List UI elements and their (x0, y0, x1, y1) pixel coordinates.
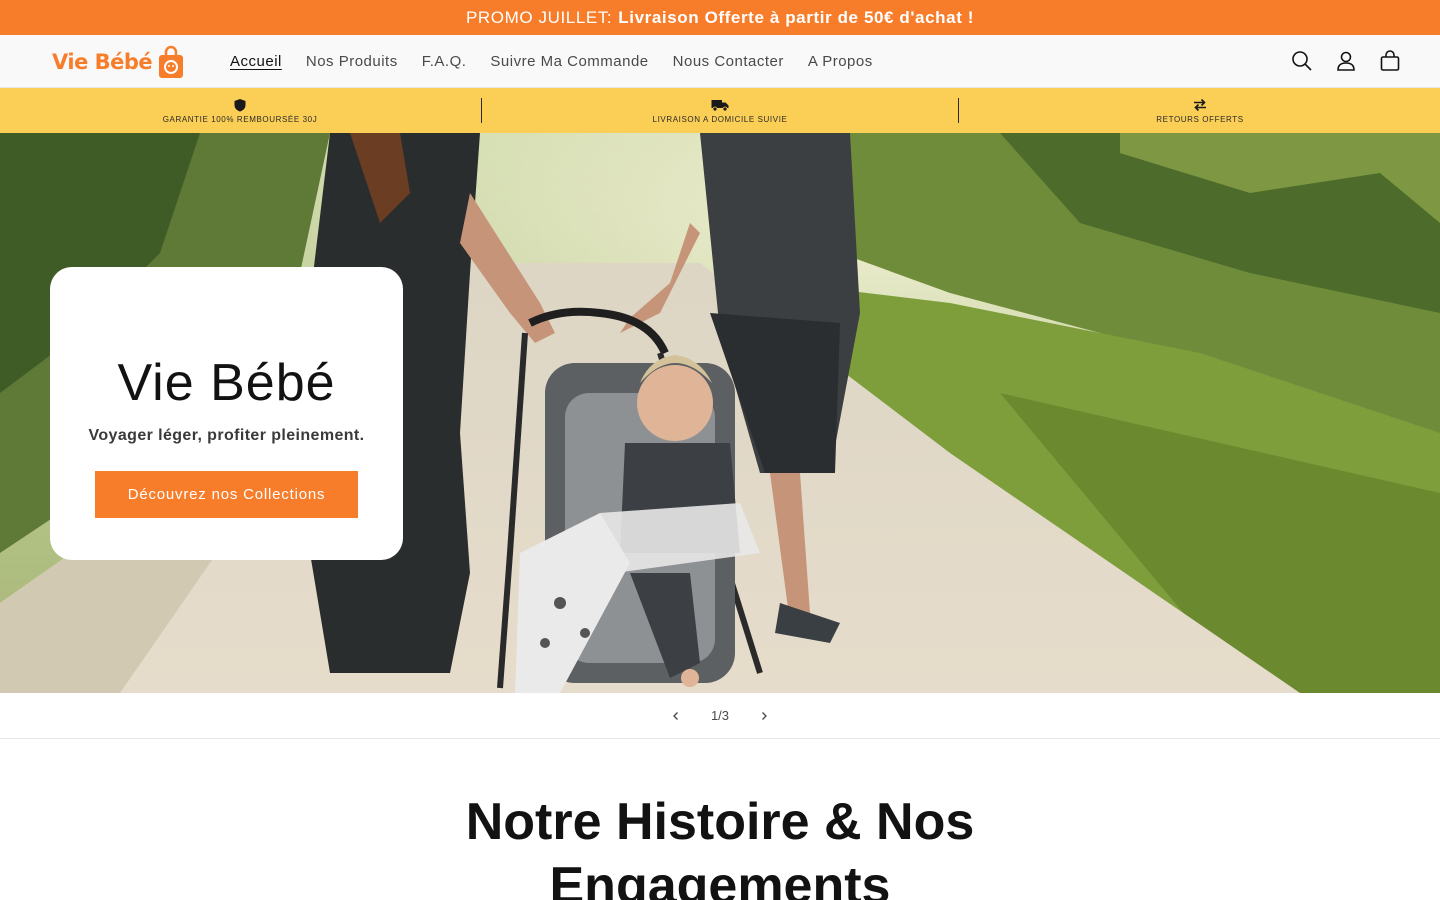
chevron-right-icon[interactable] (742, 694, 786, 738)
shopping-bag-logo-icon (157, 45, 185, 79)
trust-label: LIVRAISON A DOMICILE SUIVIE (652, 115, 788, 124)
main-nav: Accueil Nos Produits F.A.Q. Suivre Ma Co… (218, 35, 885, 87)
divider (481, 98, 482, 123)
truck-icon (711, 97, 729, 113)
account-icon[interactable] (1334, 47, 1358, 75)
site-header: Vie Bébé Accueil Nos Produits F.A.Q. Sui… (0, 35, 1440, 88)
nav-item-faq[interactable]: F.A.Q. (410, 53, 479, 70)
nav-item-suivre-commande[interactable]: Suivre Ma Commande (478, 53, 660, 70)
search-icon[interactable] (1290, 47, 1314, 75)
promo-banner: PROMO JUILLET: Livraison Offerte à parti… (0, 0, 1440, 35)
logo-text: Vie Bébé (52, 50, 153, 74)
slideshow-controls: 1/3 (0, 693, 1440, 739)
nav-item-a-propos[interactable]: A Propos (796, 53, 885, 70)
story-heading-line2: Engagements (549, 857, 891, 900)
hero-slideshow: Vie Bébé Voyager léger, profiter pleinem… (0, 133, 1440, 693)
hero-title: Vie Bébé (117, 354, 336, 412)
slide-counter: 1/3 (710, 708, 730, 723)
promo-highlight: Livraison Offerte à partir de 50€ d'acha… (618, 7, 975, 27)
story-heading-line1: Notre Histoire & Nos (465, 793, 975, 851)
shield-icon (233, 97, 247, 113)
promo-prefix: PROMO JUILLET: (465, 7, 613, 27)
trust-item-returns: RETOURS OFFERTS (960, 88, 1440, 133)
divider (958, 98, 959, 123)
trust-label: GARANTIE 100% REMBOURSÉE 30J (162, 115, 318, 124)
hero-card: Vie Bébé Voyager léger, profiter pleinem… (50, 267, 403, 560)
trust-bar: GARANTIE 100% REMBOURSÉE 30J LIVRAISON A… (0, 88, 1440, 133)
nav-item-nous-contacter[interactable]: Nous Contacter (661, 53, 796, 70)
trust-item-delivery: LIVRAISON A DOMICILE SUIVIE (480, 88, 960, 133)
header-actions (1290, 47, 1402, 75)
trust-label: RETOURS OFFERTS (1156, 115, 1244, 124)
trust-item-guarantee: GARANTIE 100% REMBOURSÉE 30J (0, 88, 480, 133)
story-heading: Notre Histoire & Nos Engagements (0, 790, 1440, 900)
hero-subtitle: Voyager léger, profiter pleinement. (88, 427, 365, 444)
chevron-left-icon[interactable] (654, 694, 698, 738)
exchange-icon (1193, 97, 1207, 113)
logo[interactable]: Vie Bébé (52, 43, 185, 81)
nav-item-nos-produits[interactable]: Nos Produits (294, 53, 410, 70)
cart-icon[interactable] (1378, 47, 1402, 75)
nav-item-accueil[interactable]: Accueil (218, 53, 294, 70)
discover-collections-button[interactable]: Découvrez nos Collections (95, 471, 358, 518)
